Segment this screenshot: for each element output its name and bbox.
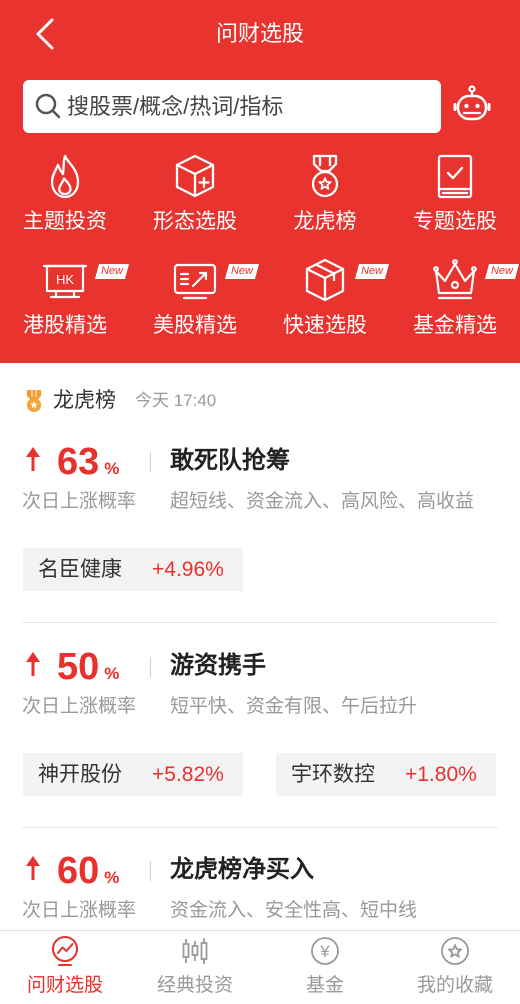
- robot-icon: [453, 85, 491, 121]
- tab-wencai-picker[interactable]: 问财选股: [0, 931, 130, 1004]
- tab-label: 我的收藏: [416, 975, 493, 996]
- flame-icon: [42, 153, 88, 199]
- yen-coin-icon: ¥: [309, 935, 341, 967]
- probability-label: 次日上涨概率: [22, 491, 137, 512]
- section-time: 今天 17:40: [135, 391, 217, 410]
- stock-name: 神开股份: [38, 763, 122, 786]
- strategy-tags: 短平快、资金有限、午后拉升: [170, 696, 418, 717]
- category-label: 专题选股: [413, 210, 497, 233]
- medal-icon: [302, 153, 348, 199]
- stock-chip[interactable]: 名臣健康 +4.96%: [23, 548, 243, 591]
- category-label: 港股精选: [23, 314, 107, 337]
- probability-value: 63: [57, 441, 100, 483]
- category-dragon-tiger-list[interactable]: 龙虎榜: [260, 150, 390, 246]
- strategy-name[interactable]: 敢死队抢筹: [170, 446, 290, 476]
- rise-arrow-icon: [25, 652, 41, 676]
- category-fund-picks[interactable]: New 基金精选: [390, 254, 520, 350]
- vertical-divider: [150, 452, 151, 472]
- box-icon: [302, 257, 348, 303]
- stock-name: 宇环数控: [291, 763, 375, 786]
- category-label: 主题投资: [23, 210, 107, 233]
- vertical-divider: [150, 861, 151, 881]
- candlestick-icon: [179, 935, 211, 967]
- new-badge: New: [484, 264, 520, 279]
- new-badge: New: [224, 264, 260, 279]
- category-hk-stocks[interactable]: HK New 港股精选: [0, 254, 130, 350]
- strategy-name[interactable]: 游资携手: [170, 651, 266, 681]
- probability-unit: %: [104, 459, 120, 478]
- stock-chip[interactable]: 神开股份 +5.82%: [23, 753, 243, 796]
- strategy-tags: 资金流入、安全性高、短中线: [170, 900, 418, 921]
- stock-change: +4.96%: [152, 558, 224, 581]
- category-us-stocks[interactable]: New 美股精选: [130, 254, 260, 350]
- top-header: 问财选股 搜股票/概念/热词/指标 主题投资 形态选股 龙虎榜 专题选股 HK …: [0, 0, 520, 363]
- svg-text:¥: ¥: [319, 942, 330, 961]
- category-label: 龙虎榜: [293, 210, 357, 233]
- category-pattern-picker[interactable]: 形态选股: [130, 150, 260, 246]
- probability-label: 次日上涨概率: [22, 696, 137, 717]
- category-quick-picker[interactable]: New 快速选股: [260, 254, 390, 350]
- probability-unit: %: [104, 664, 120, 683]
- chart-screen-icon: [172, 257, 218, 303]
- new-badge: New: [94, 264, 130, 279]
- rise-arrow-icon: [25, 447, 41, 471]
- wencai-chart-icon: [49, 935, 81, 967]
- bottom-tab-bar: 问财选股 经典投资 ¥ 基金 我的收藏: [0, 930, 520, 1004]
- category-label: 基金精选: [413, 314, 497, 337]
- hk-sign-icon: HK: [42, 257, 88, 303]
- strategy-card[interactable]: 50 % 游资携手 次日上涨概率 短平快、资金有限、午后拉升 神开股份 +5.8…: [0, 645, 520, 835]
- vertical-divider: [150, 657, 151, 677]
- tab-classic-investing[interactable]: 经典投资: [130, 931, 260, 1004]
- category-theme-investing[interactable]: 主题投资: [0, 150, 130, 246]
- page-title: 问财选股: [215, 21, 304, 46]
- probability: 60 %: [57, 849, 119, 893]
- medal-icon: [24, 389, 44, 413]
- cube-plus-icon: [172, 153, 218, 199]
- probability-value: 60: [57, 850, 100, 892]
- probability-unit: %: [104, 868, 120, 887]
- tab-favorites[interactable]: 我的收藏: [390, 931, 520, 1004]
- category-label: 形态选股: [153, 210, 237, 233]
- robot-assistant-button[interactable]: [452, 85, 492, 125]
- probability: 63 %: [57, 440, 119, 484]
- screen: 问财选股 搜股票/概念/热词/指标 主题投资 形态选股 龙虎榜 专题选股 HK …: [0, 0, 520, 1004]
- tab-label: 问财选股: [26, 975, 103, 996]
- category-label: 美股精选: [153, 314, 237, 337]
- category-label: 快速选股: [283, 314, 367, 337]
- strategy-card[interactable]: 63 % 敢死队抢筹 次日上涨概率 超短线、资金流入、高风险、高收益 名臣健康 …: [0, 440, 520, 630]
- stock-chip[interactable]: 宇环数控 +1.80%: [276, 753, 496, 796]
- rise-arrow-icon: [25, 856, 41, 880]
- stock-change: +1.80%: [405, 763, 477, 786]
- search-input[interactable]: [67, 80, 429, 133]
- star-circle-icon: [439, 935, 471, 967]
- strategy-name[interactable]: 龙虎榜净买入: [170, 855, 314, 885]
- stock-change: +5.82%: [152, 763, 224, 786]
- search-icon: [34, 92, 62, 120]
- crown-icon: [432, 257, 478, 303]
- new-badge: New: [354, 264, 390, 279]
- stock-name: 名臣健康: [38, 558, 122, 581]
- search-bar[interactable]: [23, 80, 441, 133]
- card-divider: [22, 827, 498, 828]
- section-title: 龙虎榜: [53, 389, 116, 412]
- tab-label: 基金: [305, 975, 344, 996]
- card-divider: [22, 622, 498, 623]
- category-topic-picker[interactable]: 专题选股: [390, 150, 520, 246]
- tab-label: 经典投资: [156, 975, 233, 996]
- book-check-icon: [432, 153, 478, 199]
- probability: 50 %: [57, 645, 119, 689]
- tab-fund[interactable]: ¥ 基金: [260, 931, 390, 1004]
- probability-value: 50: [57, 646, 100, 688]
- svg-text:HK: HK: [56, 272, 74, 287]
- strategy-tags: 超短线、资金流入、高风险、高收益: [170, 491, 475, 512]
- probability-label: 次日上涨概率: [22, 900, 137, 921]
